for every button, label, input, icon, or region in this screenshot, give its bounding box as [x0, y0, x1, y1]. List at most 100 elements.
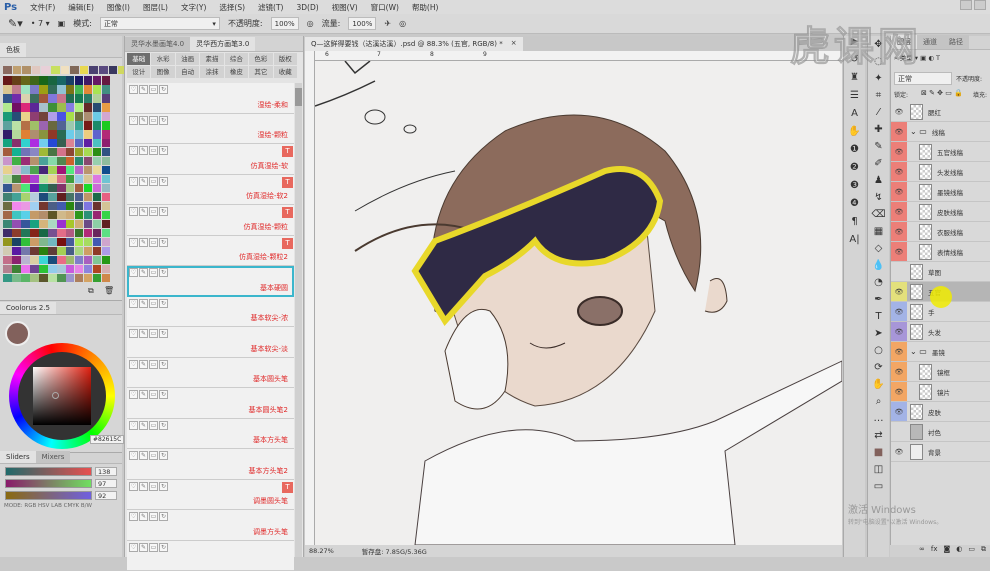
- swatch[interactable]: [48, 175, 57, 184]
- swatch[interactable]: [12, 238, 21, 247]
- eraser-icon[interactable]: ⌫: [868, 206, 889, 223]
- swatch[interactable]: [57, 85, 66, 94]
- layer-row[interactable]: 👁头发线稿: [891, 162, 990, 182]
- layer-row[interactable]: 👁皮肤线稿: [891, 202, 990, 222]
- brush-item[interactable]: ♡✎▭↻仿真湿绘-颗粒T: [127, 205, 294, 236]
- visibility-eye-icon[interactable]: [891, 422, 907, 441]
- swatch[interactable]: [75, 220, 84, 229]
- tab-swatches[interactable]: 色板: [0, 43, 26, 57]
- swatch[interactable]: [93, 220, 102, 229]
- menu-item[interactable]: 视图(V): [332, 2, 358, 13]
- swatch[interactable]: [57, 130, 66, 139]
- favorite-icon[interactable]: ♡: [129, 146, 138, 155]
- save-icon[interactable]: ▭: [149, 451, 158, 460]
- reset-icon[interactable]: ↻: [159, 207, 168, 216]
- save-icon[interactable]: ▭: [149, 512, 158, 521]
- save-icon[interactable]: ▭: [149, 329, 158, 338]
- favorite-icon[interactable]: ♡: [129, 451, 138, 460]
- swatch[interactable]: [21, 112, 30, 121]
- swatch[interactable]: [39, 256, 48, 265]
- swatch[interactable]: [93, 85, 102, 94]
- swatch[interactable]: [30, 76, 39, 85]
- swatch[interactable]: [3, 247, 12, 256]
- swatch[interactable]: [57, 229, 66, 238]
- layer-row[interactable]: 👁头发: [891, 322, 990, 342]
- crop-tool-icon[interactable]: ⌗: [868, 87, 889, 104]
- swatch[interactable]: [84, 247, 93, 256]
- swatch[interactable]: [75, 148, 84, 157]
- mode-select[interactable]: 正常▾: [100, 17, 220, 30]
- swatch[interactable]: [21, 220, 30, 229]
- adjustment-icon[interactable]: ◐: [956, 545, 962, 557]
- swatch[interactable]: [3, 166, 12, 175]
- gradient-tool-icon[interactable]: ▦: [868, 223, 889, 240]
- swatch[interactable]: [93, 229, 102, 238]
- swatch[interactable]: [102, 139, 111, 148]
- edit-icon[interactable]: ✎: [139, 177, 148, 186]
- swatch[interactable]: [48, 157, 57, 166]
- save-icon[interactable]: ▭: [149, 268, 158, 277]
- brush-item[interactable]: ♡✎▭↻: [127, 541, 294, 571]
- save-icon[interactable]: ▭: [149, 177, 158, 186]
- swatch[interactable]: [93, 130, 102, 139]
- stamp-tool-icon[interactable]: ♟: [868, 172, 889, 189]
- brush-item[interactable]: ♡✎▭↻基本硬圆: [127, 266, 294, 297]
- swatch[interactable]: [93, 238, 102, 247]
- swatch[interactable]: [93, 112, 102, 121]
- swatch[interactable]: [93, 256, 102, 265]
- swatch[interactable]: [102, 157, 111, 166]
- swatch[interactable]: [3, 265, 12, 274]
- folder-icon[interactable]: ⌄ ▭: [910, 127, 927, 136]
- hex-input[interactable]: #82615C: [90, 435, 124, 444]
- restore-button[interactable]: [974, 0, 986, 10]
- swatch[interactable]: [102, 166, 111, 175]
- green-value[interactable]: 97: [95, 479, 117, 488]
- swatch[interactable]: [30, 175, 39, 184]
- swatch[interactable]: [3, 112, 12, 121]
- swatch[interactable]: [12, 247, 21, 256]
- swatch[interactable]: [51, 66, 60, 74]
- swatch[interactable]: [66, 112, 75, 121]
- brush-category-tab[interactable]: 收藏: [274, 66, 297, 78]
- swatch[interactable]: [75, 76, 84, 85]
- ellipse-tool-icon[interactable]: ○: [868, 342, 889, 359]
- swatch[interactable]: [57, 220, 66, 229]
- pressure-opacity-icon[interactable]: ◎: [307, 19, 314, 28]
- brush-item[interactable]: ♡✎▭↻仿真湿绘-软T: [127, 144, 294, 175]
- swatch[interactable]: [48, 130, 57, 139]
- swatch[interactable]: [30, 247, 39, 256]
- fx-icon[interactable]: fx: [931, 545, 938, 557]
- save-icon[interactable]: ▭: [149, 146, 158, 155]
- swatch[interactable]: [102, 121, 111, 130]
- swatch[interactable]: [61, 66, 70, 74]
- swatch[interactable]: [12, 112, 21, 121]
- swatch[interactable]: [12, 139, 21, 148]
- swatch[interactable]: [75, 175, 84, 184]
- favorite-icon[interactable]: ♡: [129, 116, 138, 125]
- swatch[interactable]: [84, 193, 93, 202]
- menu-item[interactable]: 编辑(E): [68, 2, 94, 13]
- favorite-icon[interactable]: ♡: [129, 177, 138, 186]
- swatch[interactable]: [75, 247, 84, 256]
- swatch[interactable]: [102, 94, 111, 103]
- swatch[interactable]: [3, 103, 12, 112]
- blue-value[interactable]: 92: [95, 491, 117, 500]
- swatch[interactable]: [66, 238, 75, 247]
- swatch[interactable]: [12, 130, 21, 139]
- brush-tool-icon[interactable]: ✎: [868, 138, 889, 155]
- swatch[interactable]: [66, 130, 75, 139]
- swatch[interactable]: [30, 256, 39, 265]
- swatch[interactable]: [66, 166, 75, 175]
- swatch[interactable]: [84, 94, 93, 103]
- swatch[interactable]: [48, 247, 57, 256]
- swatch[interactable]: [102, 103, 111, 112]
- swatch[interactable]: [12, 94, 21, 103]
- visibility-eye-icon[interactable]: 👁: [891, 282, 907, 301]
- swatch[interactable]: [39, 238, 48, 247]
- swatch[interactable]: [93, 166, 102, 175]
- swatch[interactable]: [84, 265, 93, 274]
- new-swatch-icon[interactable]: ⧉: [88, 286, 94, 296]
- color-wheel[interactable]: [9, 343, 115, 449]
- swatch[interactable]: [93, 247, 102, 256]
- edit-icon[interactable]: ✎: [139, 543, 148, 552]
